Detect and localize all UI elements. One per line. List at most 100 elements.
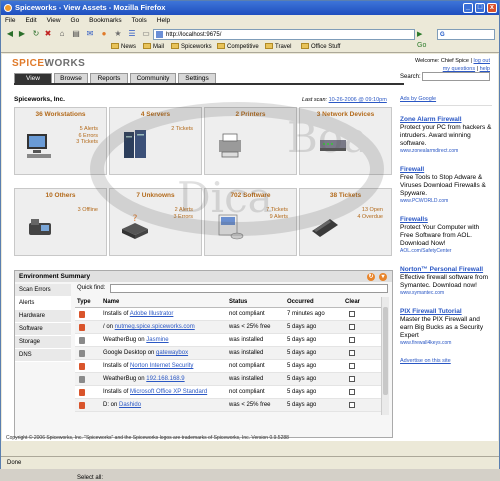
ad-item[interactable]: Firewalls Protect Your Computer with Free… [400,216,492,254]
asset-link[interactable]: gatewaybox [156,350,188,356]
advertise-link[interactable]: Advertise on this site [400,358,492,364]
table-row[interactable]: WeatherBug on Jasmine was installed 5 days… [75,334,381,347]
tab-settings[interactable]: Settings [178,73,216,83]
table-row[interactable]: / on nutmeg.spice.spiceworks.com was < 25… [75,321,381,334]
asset-link[interactable]: Dashido [119,402,141,408]
stop-icon[interactable]: ✖ [43,29,53,39]
back-icon[interactable]: ◀ [5,29,15,39]
table-row[interactable]: D: on Dashido was < 25% free 5 days ago [75,399,381,412]
ad-title[interactable]: Zone Alarm Firewall [400,116,492,124]
menu-bookmarks[interactable]: Bookmarks [89,17,122,24]
tile-printers[interactable]: 2 Printers [204,107,297,175]
home-icon[interactable]: ⌂ [57,29,67,39]
tile-detail[interactable]: 2 Alerts [173,207,193,214]
reload-icon[interactable]: ↻ [31,29,41,39]
ad-item[interactable]: PIX Firewall Tutorial Master the PIX Fire… [400,308,492,346]
ad-url[interactable]: AOL.com/SafetyCenter [400,248,492,254]
maximize-button[interactable]: □ [475,3,485,13]
url-input[interactable]: http://localhost:9675/ [153,29,415,40]
ad-url[interactable]: www.symantec.com [400,290,492,296]
ad-url[interactable]: www.firewall4keys.com [400,340,492,346]
minimize-panel-icon[interactable]: ▾ [379,273,387,281]
clear-checkbox[interactable] [349,389,355,395]
tile-detail[interactable]: 13 Open [357,207,383,214]
clear-checkbox[interactable] [349,337,355,343]
column-occurred[interactable]: Occurred [287,297,314,308]
bookmark-spiceworks[interactable]: Spiceworks [171,42,212,52]
asset-link[interactable]: Microsoft Office XP Standard [130,389,207,395]
sidebar-item-scan-errors[interactable]: Scan Errors [15,284,71,297]
ad-item[interactable]: Zone Alarm Firewall Protect your PC from … [400,116,492,154]
table-row[interactable]: Google Desktop on gatewaybox was installe… [75,347,381,360]
asset-link[interactable]: nutmeg.spice.spiceworks.com [115,324,195,330]
sidebar-item-storage[interactable]: Storage [15,336,71,349]
tile-servers[interactable]: 4 Servers 2 Tickets [109,107,202,175]
tab-view[interactable]: View [14,73,52,83]
tile-detail[interactable]: 3 Offline [78,207,98,214]
close-button[interactable]: x [487,3,497,13]
refresh-icon[interactable]: ↻ [367,273,375,281]
ad-title[interactable]: PIX Firewall Tutorial [400,308,492,316]
asset-link[interactable]: Norton Internet Security [130,363,193,369]
select-all-label[interactable]: Select all: [77,475,103,481]
clear-checkbox[interactable] [349,363,355,369]
tab-community[interactable]: Community [130,73,176,83]
scrollbar-thumb[interactable] [383,307,388,395]
clear-checkbox[interactable] [349,324,355,330]
tile-workstations[interactable]: 36 Workstations 5 Alerts 6 Errors 3 Ticket… [14,107,107,175]
bookmark-news[interactable]: News [111,42,136,52]
table-row[interactable]: WeatherBug on 192.168.168.9 was installed… [75,373,381,386]
ad-title[interactable]: Norton™ Personal Firewall [400,266,492,274]
tab-browse[interactable]: Browse [54,73,88,83]
ad-item[interactable]: Norton™ Personal Firewall Effective firew… [400,266,492,296]
tab-reports[interactable]: Reports [90,73,128,83]
tile-network-devices[interactable]: 3 Network Devices [299,107,392,175]
tile-detail[interactable]: 3 Tickets [76,139,98,146]
bookmark-competitive[interactable]: Competitive [217,42,259,52]
table-row[interactable]: Installs of Microsoft Office XP Standard… [75,386,381,399]
bookmark-mail[interactable]: Mail [143,42,164,52]
menu-tools[interactable]: Tools [132,17,147,24]
bookmark-icon[interactable]: ★ [113,29,123,39]
column-clear[interactable]: Clear [345,297,360,308]
tile-tickets[interactable]: 38 Tickets 13 Open 4 Overdue [299,188,392,256]
ad-item[interactable]: Firewall Free Tools to Stop Adware & Viru… [400,166,492,204]
menu-file[interactable]: File [5,17,15,24]
table-row[interactable]: Installs of Adobe Illustrator not complia… [75,308,381,321]
minimize-button[interactable]: _ [463,3,473,13]
quick-find-input[interactable] [110,284,388,293]
bookmark-travel[interactable]: Travel [265,42,291,52]
table-row[interactable]: Installs of Norton Internet Security not … [75,360,381,373]
sidebar-item-software[interactable]: Software [15,323,71,336]
web-search-input[interactable]: G [437,29,495,40]
spiceworks-icon[interactable]: ● [99,29,109,39]
print-icon[interactable]: ▤ [71,29,81,39]
tile-software[interactable]: 702 Software 7 Tickets 9 Alerts [204,188,297,256]
clear-checkbox[interactable] [349,311,355,317]
asset-link[interactable]: Adobe Illustrator [130,311,174,317]
tile-detail[interactable]: 3 Errors [173,214,193,221]
sidebar-item-hardware[interactable]: Hardware [15,310,71,323]
logout-link[interactable]: log out [473,58,490,64]
menu-go[interactable]: Go [71,17,80,24]
tile-others[interactable]: 10 Others 3 Offline [14,188,107,256]
ads-by-google-link[interactable]: Ads by Google [400,96,492,106]
spiceworks-logo[interactable]: SPICEWORKS [12,58,85,69]
ad-title[interactable]: Firewall [400,166,492,174]
links-icon[interactable]: ☰ [127,29,137,39]
menu-edit[interactable]: Edit [25,17,36,24]
sidebar-item-dns[interactable]: DNS [15,349,71,362]
site-search-input[interactable] [422,72,490,81]
tile-detail[interactable]: 7 Tickets [266,207,288,214]
forward-icon[interactable]: ▶ [17,29,27,39]
tile-unknowns[interactable]: 7 Unknowns 2 Alerts 3 Errors ? [109,188,202,256]
clear-checkbox[interactable] [349,402,355,408]
menu-help[interactable]: Help [157,17,170,24]
column-name[interactable]: Name [103,297,119,308]
asset-link[interactable]: Jasmine [146,337,168,343]
go-button[interactable]: ▶ Go [417,29,433,49]
menu-view[interactable]: View [47,17,61,24]
tile-detail[interactable]: 2 Tickets [171,126,193,133]
table-scrollbar[interactable] [381,297,389,415]
ad-title[interactable]: Firewalls [400,216,492,224]
